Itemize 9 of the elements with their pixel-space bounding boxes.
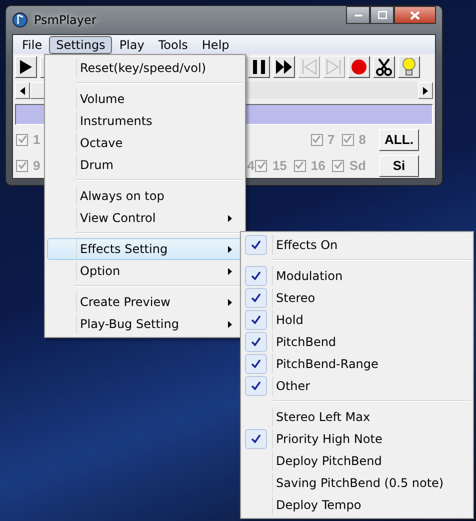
channel-label: 4 [247,158,254,173]
channel-label: 8 [358,132,366,147]
channel-label: 9 [33,158,40,173]
channel-label: Sd [349,158,366,173]
channel-label: 15 [272,158,287,173]
channel-label: 1 [33,132,40,147]
channel-label: 7 [328,132,335,147]
window-title: PsmPlayer [34,13,96,27]
channel-label: 16 [310,158,326,173]
